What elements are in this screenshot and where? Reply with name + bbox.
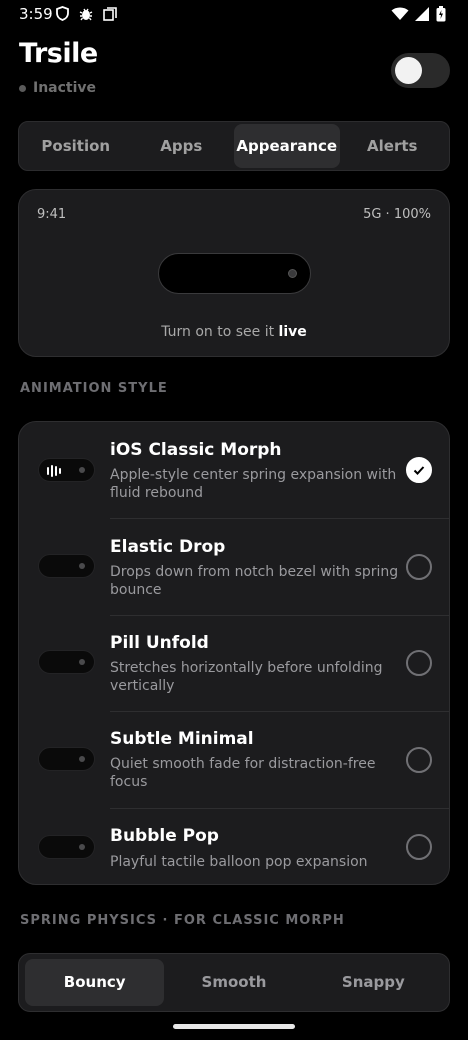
- radio-unselected[interactable]: [406, 747, 432, 773]
- animation-option-bubble-pop[interactable]: Bubble Pop Playful tactile balloon pop e…: [19, 809, 449, 884]
- tab-position[interactable]: Position: [23, 124, 129, 168]
- enable-toggle[interactable]: [391, 53, 450, 88]
- service-status: Inactive: [19, 80, 96, 96]
- camera-dot-icon: [79, 563, 85, 569]
- preview-hint-prefix: Turn on to see it: [161, 324, 279, 340]
- audio-bars-icon: [47, 465, 61, 477]
- radio-selected[interactable]: [406, 457, 432, 483]
- battery-icon: [436, 6, 446, 22]
- preview-hint-emphasis: live: [278, 324, 307, 340]
- camera-dot-icon: [79, 844, 85, 850]
- mini-pill-preview: [38, 747, 95, 771]
- signal-icon: [415, 7, 429, 21]
- mini-pill-preview: [38, 554, 95, 578]
- option-description: Quiet smooth fade for distraction-free f…: [110, 756, 376, 790]
- option-description: Playful tactile balloon pop expansion: [110, 854, 368, 870]
- status-text: Inactive: [33, 80, 97, 96]
- camera-dot-icon: [79, 756, 85, 762]
- home-indicator[interactable]: [173, 1024, 295, 1029]
- animation-style-list: iOS Classic Morph Apple-style center spr…: [18, 421, 450, 885]
- tab-bar: Position Apps Appearance Alerts: [18, 121, 450, 171]
- bug-icon: [79, 8, 93, 20]
- checkmark-icon: [413, 466, 425, 475]
- mini-pill-preview: [38, 458, 95, 482]
- spring-option-bouncy[interactable]: Bouncy: [25, 959, 165, 1006]
- option-title: Bubble Pop: [110, 826, 219, 846]
- tab-appearance[interactable]: Appearance: [234, 124, 340, 168]
- animation-option-elastic-drop[interactable]: Elastic Drop Drops down from notch bezel…: [19, 519, 449, 616]
- tab-alerts[interactable]: Alerts: [340, 124, 446, 168]
- radio-unselected[interactable]: [406, 834, 432, 860]
- spring-option-snappy[interactable]: Snappy: [304, 959, 443, 1006]
- wifi-icon: [391, 7, 409, 20]
- copy-icon: [103, 6, 117, 21]
- animation-option-subtle-minimal[interactable]: Subtle Minimal Quiet smooth fade for dis…: [19, 712, 449, 809]
- status-icons-left: [56, 6, 117, 21]
- animation-option-ios-classic-morph[interactable]: iOS Classic Morph Apple-style center spr…: [19, 422, 449, 519]
- camera-dot-icon: [79, 467, 85, 473]
- option-title: Elastic Drop: [110, 537, 226, 557]
- option-description: Stretches horizontally before unfolding …: [110, 660, 383, 694]
- status-time: 3:59: [19, 5, 53, 23]
- option-title: Subtle Minimal: [110, 729, 254, 749]
- preview-island-pill: [158, 253, 311, 294]
- preview-card: 9:41 5G · 100% Turn on to see it live: [18, 189, 450, 357]
- preview-network: 5G · 100%: [363, 207, 431, 222]
- spring-physics-selector: Bouncy Smooth Snappy: [18, 953, 450, 1012]
- animation-option-pill-unfold[interactable]: Pill Unfold Stretches horizontally befor…: [19, 616, 449, 712]
- toggle-knob: [395, 57, 422, 84]
- status-dot: [19, 84, 26, 92]
- camera-dot-icon: [288, 269, 297, 278]
- status-icons-right: [391, 6, 446, 22]
- preview-hint: Turn on to see it live: [19, 324, 449, 340]
- preview-time: 9:41: [37, 207, 67, 222]
- radio-unselected[interactable]: [406, 650, 432, 676]
- option-title: Pill Unfold: [110, 633, 209, 653]
- spring-physics-label: SPRING PHYSICS · FOR CLASSIC MORPH: [20, 913, 345, 928]
- option-description: Drops down from notch bezel with spring …: [110, 564, 399, 598]
- status-bar: 3:59: [0, 0, 468, 30]
- tab-apps[interactable]: Apps: [129, 124, 235, 168]
- app-title: Trsile: [19, 38, 98, 69]
- mini-pill-preview: [38, 835, 95, 859]
- animation-style-label: ANIMATION STYLE: [20, 381, 168, 396]
- option-description: Apple-style center spring expansion with…: [110, 467, 397, 501]
- radio-unselected[interactable]: [406, 554, 432, 580]
- mini-pill-preview: [38, 650, 95, 674]
- option-title: iOS Classic Morph: [110, 440, 282, 460]
- shield-icon: [56, 6, 69, 21]
- spring-option-smooth[interactable]: Smooth: [164, 959, 303, 1006]
- camera-dot-icon: [79, 659, 85, 665]
